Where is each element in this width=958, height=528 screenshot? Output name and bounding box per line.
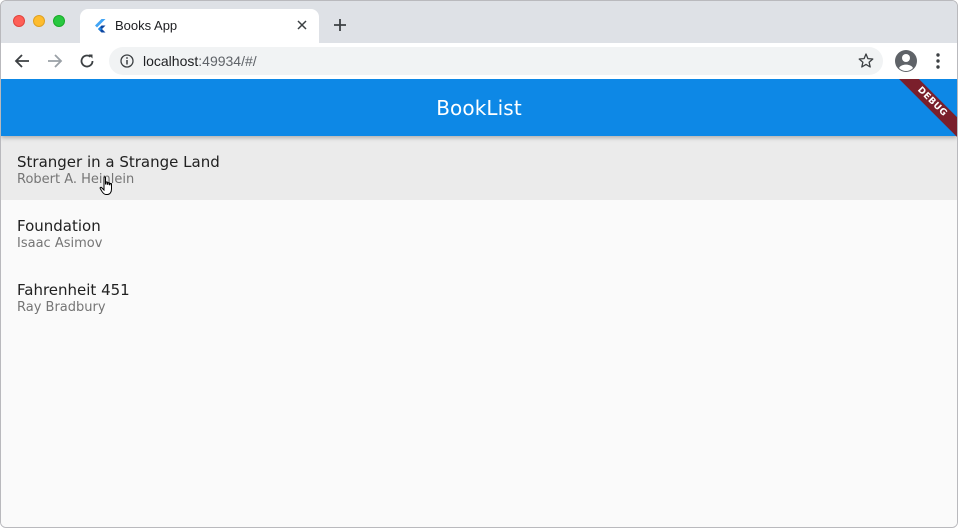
url-host: localhost	[143, 53, 199, 69]
browser-window: Books App localhost:49934/#/ BookList DE…	[0, 0, 958, 528]
list-item[interactable]: Stranger in a Strange Land Robert A. Hei…	[1, 136, 957, 200]
info-icon[interactable]	[120, 54, 134, 68]
back-button[interactable]	[12, 51, 32, 71]
menu-dots-icon[interactable]	[931, 51, 945, 71]
address-bar[interactable]: localhost:49934/#/	[109, 47, 883, 75]
forward-arrow-icon	[48, 54, 63, 68]
tab-books-app[interactable]: Books App	[80, 9, 319, 43]
tab-title: Books App	[115, 18, 178, 33]
url-path: :49934/#/	[198, 53, 257, 69]
flutter-app: BookList DEBUG Stranger in a Strange Lan…	[1, 79, 957, 527]
forward-button[interactable]	[45, 51, 65, 71]
hand-cursor-icon	[99, 176, 112, 195]
book-title: Foundation	[17, 217, 101, 235]
list-item[interactable]: Fahrenheit 451 Ray Bradbury	[1, 264, 957, 328]
maximize-window-button[interactable]	[53, 15, 65, 27]
star-icon[interactable]	[857, 52, 875, 70]
book-author: Isaac Asimov	[17, 236, 103, 251]
flutter-icon	[95, 19, 106, 33]
page-title: BookList	[436, 95, 522, 120]
close-window-button[interactable]	[13, 15, 25, 27]
browser-toolbar: localhost:49934/#/	[1, 43, 957, 79]
book-title: Fahrenheit 451	[17, 281, 130, 299]
reload-button[interactable]	[77, 51, 97, 71]
book-author: Ray Bradbury	[17, 300, 106, 315]
book-list: Stranger in a Strange Land Robert A. Hei…	[1, 136, 957, 328]
reload-icon	[80, 54, 94, 68]
minimize-window-button[interactable]	[33, 15, 45, 27]
list-item[interactable]: Foundation Isaac Asimov	[1, 200, 957, 264]
book-author: Robert A. Heinlein	[17, 172, 135, 187]
close-tab-button[interactable]	[293, 16, 311, 34]
new-tab-button[interactable]	[330, 15, 350, 35]
app-bar: BookList	[1, 79, 957, 136]
profile-icon[interactable]	[894, 49, 918, 73]
close-icon	[297, 20, 307, 30]
book-title: Stranger in a Strange Land	[17, 153, 220, 171]
url-text: localhost:49934/#/	[143, 53, 257, 69]
back-arrow-icon	[14, 54, 29, 68]
tab-strip: Books App	[1, 1, 957, 43]
